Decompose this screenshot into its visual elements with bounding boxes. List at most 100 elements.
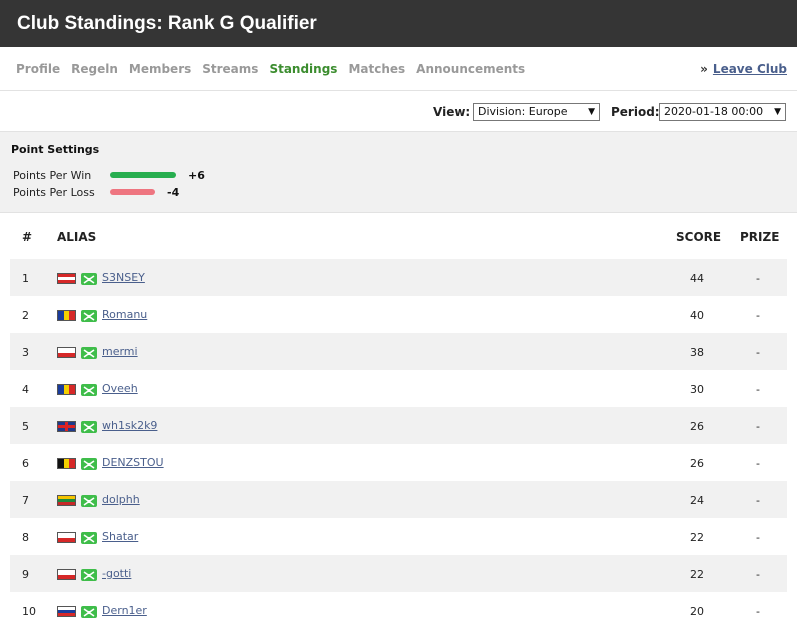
points-per-loss: Points Per Loss -4 [13, 185, 179, 199]
points-per-win: Points Per Win +6 [13, 168, 205, 182]
header-rank: # [22, 230, 33, 244]
player-alias-link[interactable]: S3NSEY [102, 271, 145, 284]
player-alias-link[interactable]: DENZSTOU [102, 456, 164, 469]
platform-icon [81, 606, 97, 618]
table-row: 4 Oveeh 30 - [10, 370, 787, 407]
russia-flag-icon [57, 606, 76, 617]
leave-club-link[interactable]: Leave Club [713, 62, 787, 76]
player-alias-link[interactable]: Romanu [102, 308, 147, 321]
tab-members[interactable]: Members [129, 62, 191, 76]
rank-cell: 8 [22, 531, 29, 544]
prize-cell: - [756, 531, 760, 544]
period-label: Period: [611, 105, 660, 119]
point-settings: Point Settings Points Per Win +6 Points … [0, 132, 797, 213]
header-alias: ALIAS [57, 230, 97, 244]
table-row: 8 Shatar 22 - [10, 518, 787, 555]
filter-bar: View: Division: Europe ▼ Period: 2020-01… [0, 91, 797, 132]
score-cell: 24 [690, 494, 704, 507]
prize-cell: - [756, 346, 760, 359]
win-bar [110, 172, 176, 178]
platform-icon [81, 421, 97, 433]
platform-icon [81, 495, 97, 507]
rank-cell: 4 [22, 383, 29, 396]
score-cell: 22 [690, 531, 704, 544]
period-select[interactable]: 2020-01-18 00:00 ▼ [659, 103, 786, 121]
score-cell: 40 [690, 309, 704, 322]
tab-profile[interactable]: Profile [16, 62, 60, 76]
platform-icon [81, 273, 97, 285]
loss-value: -4 [167, 185, 180, 199]
tab-standings[interactable]: Standings [269, 62, 337, 76]
tab-matches[interactable]: Matches [348, 62, 405, 76]
chevron-right-icon: » [700, 62, 708, 76]
table-body: 1 S3NSEY 44 - 2 Romanu 40 - 3 mermi 38 - 4 Oveeh 30 - 5 w… [0, 259, 797, 629]
rank-cell: 9 [22, 568, 29, 581]
table-row: 9 -gotti 22 - [10, 555, 787, 592]
romania-flag-icon [57, 384, 76, 395]
player-alias-link[interactable]: Shatar [102, 530, 138, 543]
score-cell: 22 [690, 568, 704, 581]
view-select[interactable]: Division: Europe ▼ [473, 103, 600, 121]
rank-cell: 10 [22, 605, 36, 618]
prize-cell: - [756, 494, 760, 507]
tab-regeln[interactable]: Regeln [71, 62, 118, 76]
platform-icon [81, 458, 97, 470]
poland-flag-icon [57, 347, 76, 358]
score-cell: 44 [690, 272, 704, 285]
tab-announcements[interactable]: Announcements [416, 62, 525, 76]
dropdown-arrow-icon: ▼ [588, 107, 595, 117]
table-row: 6 DENZSTOU 26 - [10, 444, 787, 481]
table-row: 5 wh1sk2k9 26 - [10, 407, 787, 444]
standings-table: # ALIAS SCORE PRIZE 1 S3NSEY 44 - 2 Romanu 40 -… [0, 213, 797, 629]
platform-icon [81, 384, 97, 396]
austria-flag-icon [57, 273, 76, 284]
header-prize: PRIZE [740, 230, 780, 244]
page-title: Club Standings: Rank G Qualifier [17, 12, 317, 34]
prize-cell: - [756, 605, 760, 618]
player-alias-link[interactable]: dolphh [102, 493, 140, 506]
dropdown-arrow-icon: ▼ [772, 104, 781, 120]
table-row: 3 mermi 38 - [10, 333, 787, 370]
period-select-value: 2020-01-18 00:00 [664, 105, 764, 118]
rank-cell: 3 [22, 346, 29, 359]
title-bar: Club Standings: Rank G Qualifier [0, 0, 797, 47]
player-alias-link[interactable]: wh1sk2k9 [102, 419, 157, 432]
score-cell: 38 [690, 346, 704, 359]
prize-cell: - [756, 383, 760, 396]
belgium-flag-icon [57, 458, 76, 469]
rank-cell: 7 [22, 494, 29, 507]
rank-cell: 6 [22, 457, 29, 470]
table-row: 10 Dern1er 20 - [10, 592, 787, 629]
rank-cell: 5 [22, 420, 29, 433]
player-alias-link[interactable]: mermi [102, 345, 138, 358]
prize-cell: - [756, 309, 760, 322]
rank-cell: 2 [22, 309, 29, 322]
platform-icon [81, 347, 97, 359]
loss-bar [110, 189, 155, 195]
score-cell: 26 [690, 457, 704, 470]
win-value: +6 [188, 168, 205, 182]
rank-cell: 1 [22, 272, 29, 285]
platform-icon [81, 569, 97, 581]
united-kingdom-flag-icon [57, 421, 76, 432]
club-nav: Profile Regeln Members Streams Standings… [0, 47, 797, 91]
player-alias-link[interactable]: -gotti [102, 567, 131, 580]
table-header: # ALIAS SCORE PRIZE [0, 213, 797, 259]
leave-club: » Leave Club [700, 62, 787, 76]
platform-icon [81, 310, 97, 322]
tab-streams[interactable]: Streams [202, 62, 258, 76]
player-alias-link[interactable]: Oveeh [102, 382, 138, 395]
table-row: 1 S3NSEY 44 - [10, 259, 787, 296]
platform-icon [81, 532, 97, 544]
player-alias-link[interactable]: Dern1er [102, 604, 147, 617]
view-select-value: Division: Europe [478, 105, 568, 118]
prize-cell: - [756, 420, 760, 433]
prize-cell: - [756, 272, 760, 285]
score-cell: 26 [690, 420, 704, 433]
header-score: SCORE [676, 230, 722, 244]
score-cell: 30 [690, 383, 704, 396]
win-label: Points Per Win [13, 168, 92, 182]
poland-flag-icon [57, 569, 76, 580]
poland-flag-icon [57, 532, 76, 543]
view-label: View: [433, 105, 471, 119]
